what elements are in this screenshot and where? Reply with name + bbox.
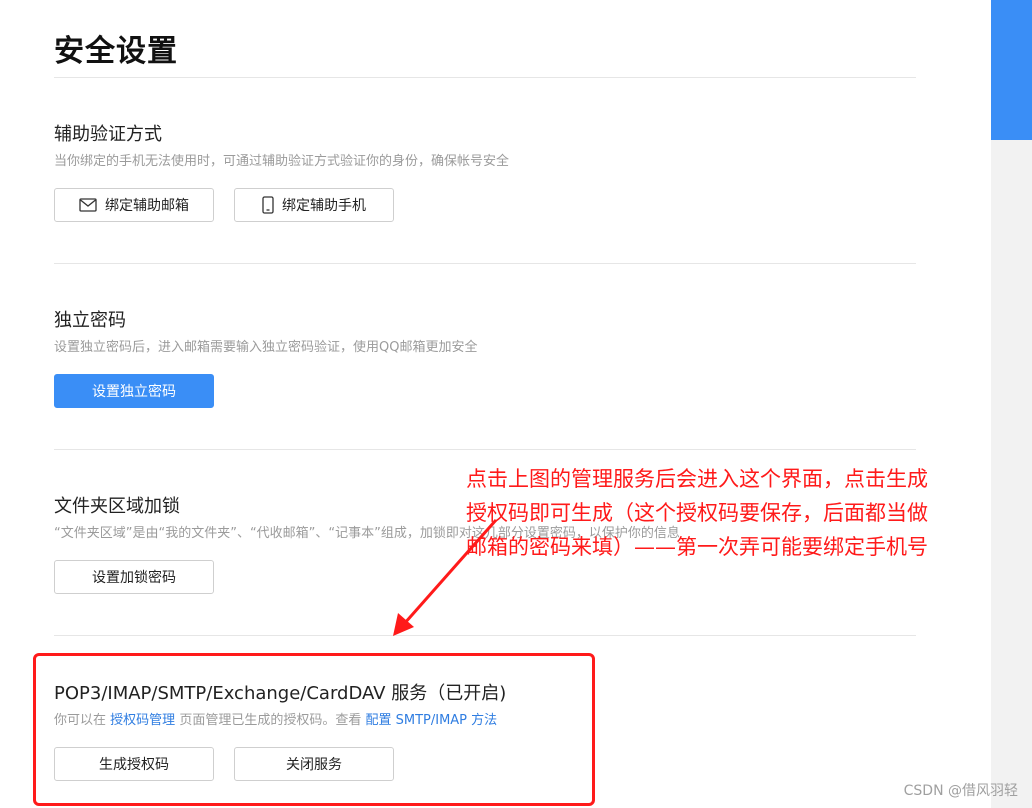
bind-aux-phone-button[interactable]: 绑定辅助手机: [234, 188, 394, 222]
set-lock-password-button[interactable]: 设置加锁密码: [54, 560, 214, 594]
generate-auth-code-button[interactable]: 生成授权码: [54, 747, 214, 781]
page-title: 安全设置: [54, 34, 178, 69]
annotation-line: 授权码即可生成（这个授权码要保存，后面都当做: [466, 501, 928, 525]
divider: [54, 263, 916, 264]
independent-password-desc: 设置独立密码后，进入邮箱需要输入独立密码验证，使用QQ邮箱更加安全: [54, 340, 478, 355]
bind-aux-email-button[interactable]: 绑定辅助邮箱: [54, 188, 214, 222]
divider: [54, 635, 916, 636]
annotation-line: 邮箱的密码来填）——第一次弄可能要绑定手机号: [466, 535, 928, 559]
pop3-service-desc: 你可以在 授权码管理 页面管理已生成的授权码。查看 配置 SMTP/IMAP 方…: [54, 709, 497, 728]
set-lock-password-label: 设置加锁密码: [92, 570, 176, 586]
annotation-line: 点击上图的管理服务后会进入这个界面，点击生成: [466, 467, 928, 491]
mail-icon: [79, 198, 97, 212]
generate-auth-code-label: 生成授权码: [99, 757, 169, 773]
pop3-desc-prefix: 你可以在: [54, 713, 107, 728]
auth-code-manage-link[interactable]: 授权码管理: [110, 713, 175, 728]
annotation-text: 点击上图的管理服务后会进入这个界面，点击生成 授权码即可生成（这个授权码要保存，…: [466, 462, 1026, 564]
watermark: CSDN @借风羽轻: [903, 783, 1018, 799]
set-independent-password-label: 设置独立密码: [92, 384, 176, 400]
divider: [54, 77, 916, 78]
pop3-service-title: POP3/IMAP/SMTP/Exchange/CardDAV 服务（已开启): [54, 683, 507, 704]
independent-password-title: 独立密码: [54, 310, 126, 331]
set-independent-password-button[interactable]: 设置独立密码: [54, 374, 214, 408]
divider: [54, 449, 916, 450]
scrollbar-thumb[interactable]: [991, 0, 1032, 140]
aux-verify-title: 辅助验证方式: [54, 124, 162, 145]
close-service-button[interactable]: 关闭服务: [234, 747, 394, 781]
close-service-label: 关闭服务: [286, 757, 342, 773]
aux-verify-desc: 当你绑定的手机无法使用时，可通过辅助验证方式验证你的身份，确保帐号安全: [54, 154, 510, 169]
folder-lock-title: 文件夹区域加锁: [54, 496, 180, 517]
bind-aux-email-label: 绑定辅助邮箱: [105, 198, 189, 214]
highlight-box: [33, 653, 595, 806]
config-smtp-imap-link[interactable]: 配置 SMTP/IMAP 方法: [365, 713, 497, 728]
pop3-desc-mid: 页面管理已生成的授权码。查看: [179, 713, 362, 728]
phone-icon: [262, 196, 274, 214]
bind-aux-phone-label: 绑定辅助手机: [282, 198, 366, 214]
